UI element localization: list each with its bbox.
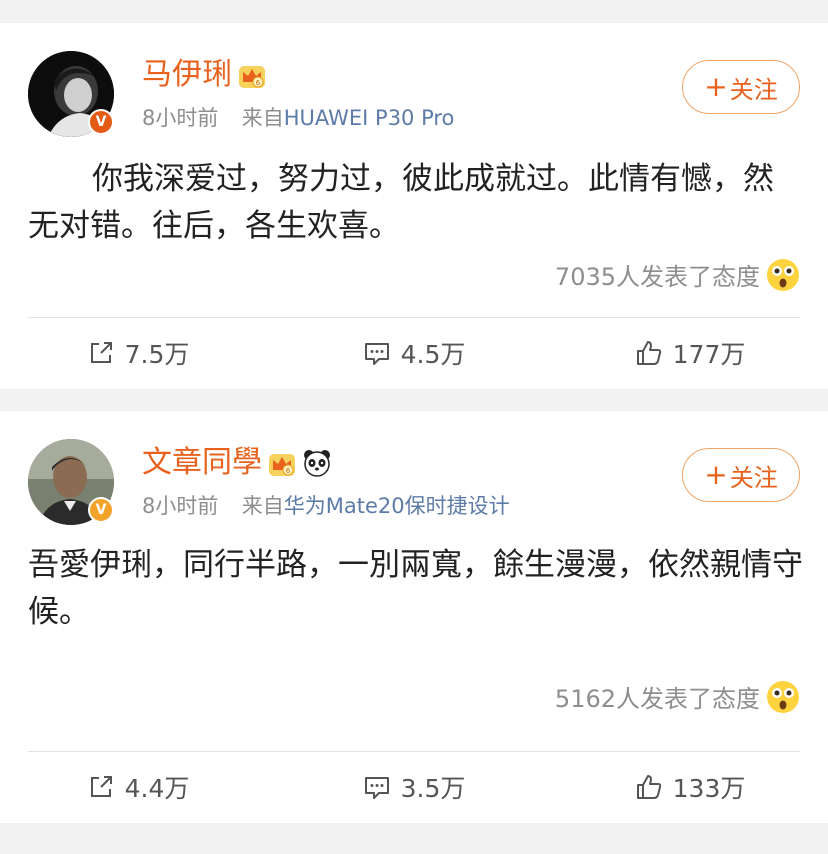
reactions-count: 7035人发表了态度 xyxy=(554,263,760,291)
post-meta: 8小时前 来自HUAWEI P30 Pro xyxy=(142,103,454,133)
reactions-summary[interactable]: 7035人发表了态度 xyxy=(555,257,800,292)
action-bar: 4.4万 3.5万 133万 xyxy=(0,757,828,817)
share-icon xyxy=(90,342,112,363)
verified-badge-icon: V xyxy=(88,109,114,135)
post-time: 8小时前 xyxy=(142,106,219,130)
post-time: 8小时前 xyxy=(142,494,219,518)
post-text[interactable]: 吾愛伊琍，同行半路，一別兩寬，餘生漫漫，依然親情守候。 xyxy=(28,542,803,636)
post-text[interactable]: 你我深爱过，努力过，彼此成就过。此情有憾，然无对错。往后，各生欢喜。 xyxy=(28,156,803,250)
author-row: 文章同學 6 xyxy=(142,445,332,481)
surprised-face-emoji-icon xyxy=(767,680,799,713)
reactions-count: 5162人发表了态度 xyxy=(554,685,760,713)
follow-button[interactable]: + 关注 xyxy=(682,60,800,114)
like-button[interactable]: 133万 xyxy=(552,757,828,817)
comment-icon xyxy=(364,343,389,365)
panda-icon[interactable] xyxy=(302,448,332,478)
weibo-feed: V 马伊琍 6 8小时前 来自HUAWEI P30 Pro + 关注 你我深爱过… xyxy=(0,0,828,854)
repost-button[interactable]: 7.5万 xyxy=(0,323,276,383)
like-button[interactable]: 177万 xyxy=(552,323,828,383)
crown-icon[interactable]: 6 xyxy=(266,448,298,478)
thumbs-up-icon xyxy=(636,775,661,799)
repost-count: 4.4万 xyxy=(124,774,190,803)
source-prefix: 来自 xyxy=(241,494,284,518)
plus-icon: + xyxy=(704,458,728,491)
thumbs-up-icon xyxy=(636,341,661,365)
svg-text:6: 6 xyxy=(256,79,261,87)
post-card: V 文章同學 6 8小时前 来自华为Mate20保时捷设计 + 关注 吾愛伊琍，… xyxy=(0,411,828,823)
reactions-summary[interactable]: 5162人发表了态度 xyxy=(555,679,800,714)
divider xyxy=(28,317,800,318)
surprised-face-emoji-icon xyxy=(767,258,799,291)
comment-count: 3.5万 xyxy=(400,774,466,803)
repost-button[interactable]: 4.4万 xyxy=(0,757,276,817)
source-prefix: 来自 xyxy=(241,106,284,130)
follow-label: 关注 xyxy=(729,75,778,104)
like-count: 177万 xyxy=(672,340,746,369)
svg-text:6: 6 xyxy=(286,467,291,475)
plus-icon: + xyxy=(704,70,728,103)
author-row: 马伊琍 6 xyxy=(142,57,268,93)
verified-badge-icon: V xyxy=(88,497,114,523)
comment-count: 4.5万 xyxy=(400,340,466,369)
divider xyxy=(28,751,800,752)
post-device[interactable]: 华为Mate20保时捷设计 xyxy=(284,494,510,518)
comment-button[interactable]: 4.5万 xyxy=(276,323,552,383)
post-device[interactable]: HUAWEI P30 Pro xyxy=(284,106,455,130)
comment-icon xyxy=(364,777,389,799)
repost-count: 7.5万 xyxy=(124,340,190,369)
follow-button[interactable]: + 关注 xyxy=(682,448,800,502)
post-meta: 8小时前 来自华为Mate20保时捷设计 xyxy=(142,491,510,521)
share-icon xyxy=(90,776,112,797)
author-name[interactable]: 马伊琍 xyxy=(142,57,232,93)
author-name[interactable]: 文章同學 xyxy=(142,445,262,481)
crown-icon[interactable]: 6 xyxy=(236,60,268,90)
like-count: 133万 xyxy=(672,774,746,803)
action-bar: 7.5万 4.5万 177万 xyxy=(0,323,828,383)
comment-button[interactable]: 3.5万 xyxy=(276,757,552,817)
follow-label: 关注 xyxy=(729,463,778,492)
post-card: V 马伊琍 6 8小时前 来自HUAWEI P30 Pro + 关注 你我深爱过… xyxy=(0,23,828,389)
